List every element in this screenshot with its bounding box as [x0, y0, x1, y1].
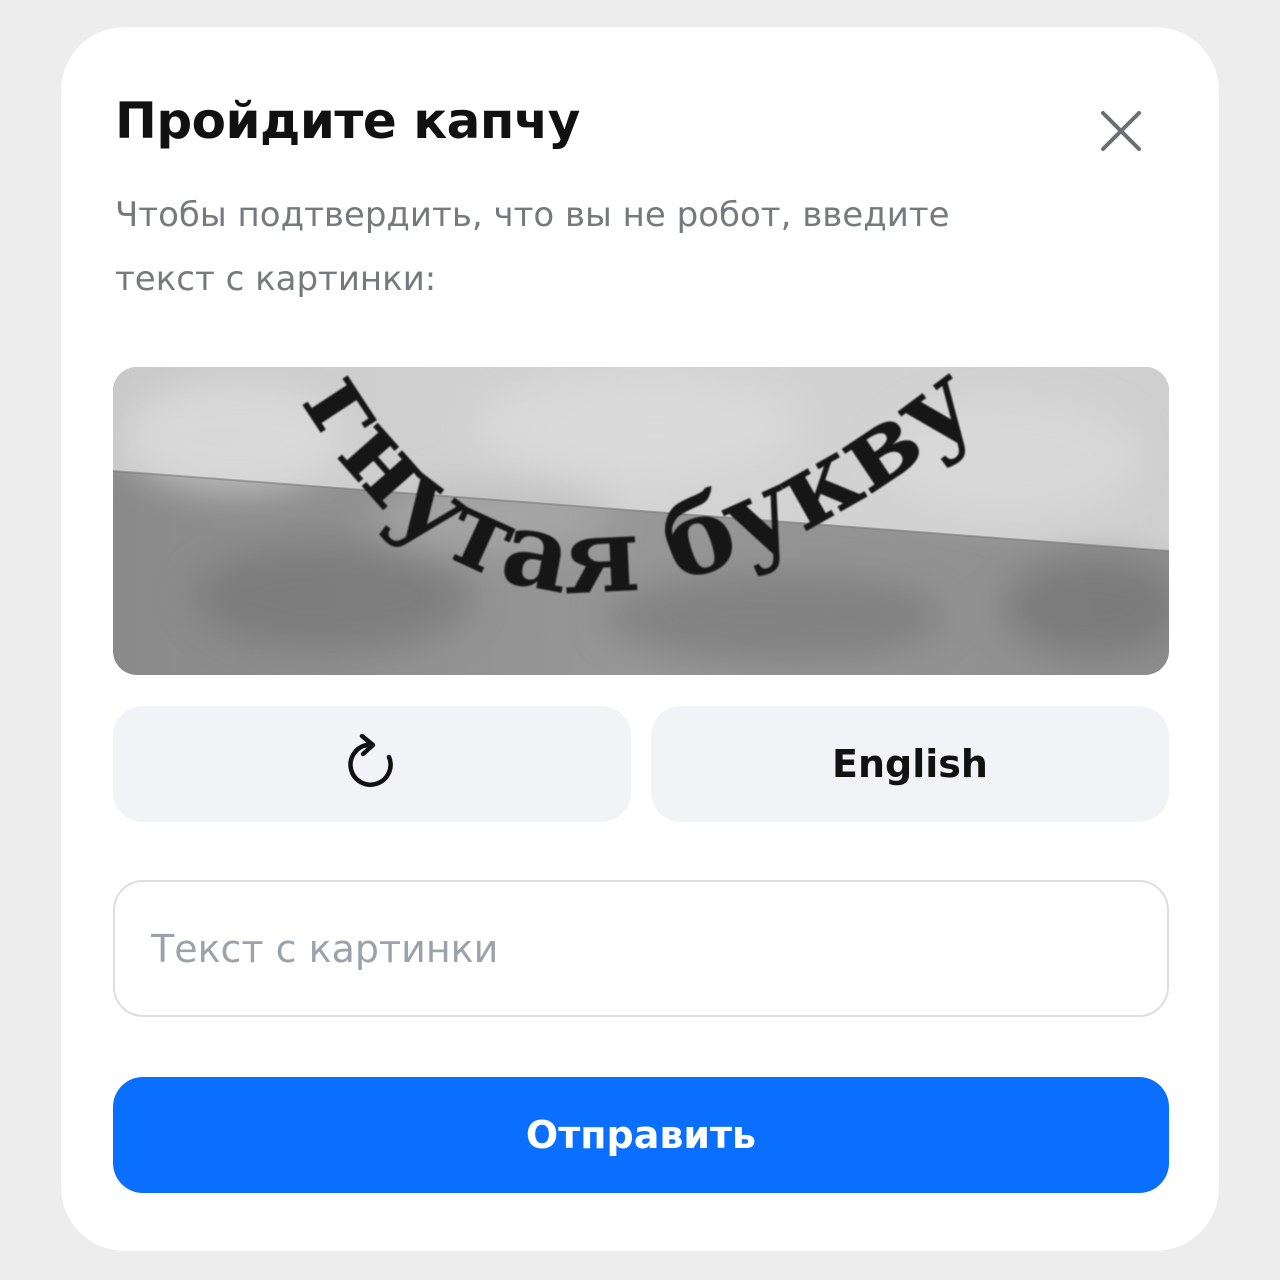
close-button[interactable] — [1085, 95, 1157, 167]
language-button[interactable]: English — [651, 706, 1169, 822]
captcha-actions: English — [113, 706, 1169, 822]
dialog-title: Пройдите капчу — [115, 92, 580, 150]
refresh-icon — [348, 734, 393, 787]
refresh-captcha-button[interactable] — [113, 706, 631, 822]
close-icon — [1101, 111, 1141, 151]
dialog-subtitle: Чтобы подтвердить, что вы не робот, введ… — [115, 195, 950, 299]
captcha-input-box — [113, 880, 1169, 1017]
captcha-input[interactable] — [115, 882, 1167, 1015]
captcha-image: гнутая букву — [113, 367, 1169, 675]
captcha-dialog: Пройдите капчу Чтобы подтвердить, что вы… — [61, 27, 1219, 1251]
submit-button[interactable]: Отправить — [113, 1077, 1169, 1193]
